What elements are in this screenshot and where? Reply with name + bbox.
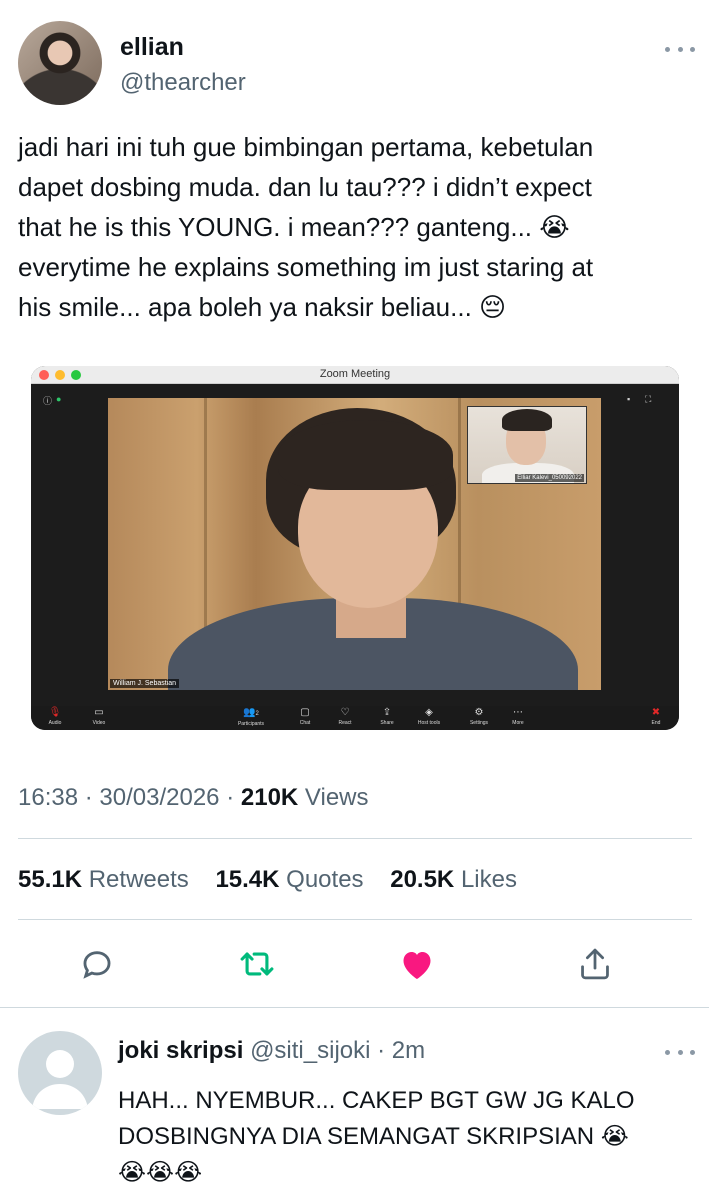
fullscreen-icon: ⛶	[645, 394, 652, 404]
reply-avatar[interactable]	[18, 1031, 102, 1115]
tweet-media-image[interactable]: Zoom Meeting ⓘ ● ▪ ⛶ William J. Sebastia…	[31, 366, 679, 730]
reply-icon	[83, 951, 111, 979]
zoom-titlebar: Zoom Meeting	[31, 366, 679, 384]
reply-handle[interactable]: @siti_sijoki	[250, 1037, 370, 1064]
retweet-button[interactable]	[237, 944, 277, 984]
divider	[0, 1007, 709, 1008]
default-avatar-icon	[32, 1050, 88, 1109]
heart-icon	[403, 952, 431, 979]
views-label: Views	[304, 784, 369, 811]
reply-header: joki skripsi @siti_sijoki · 2m	[118, 1037, 425, 1065]
zoom-share-button: ⇪ Share	[380, 707, 394, 726]
reply-separator: ·	[377, 1037, 386, 1064]
likes-stat[interactable]: 20.5K Likes	[390, 866, 517, 893]
zoom-window-title: Zoom Meeting	[319, 368, 391, 380]
self-participant-name: Elliar Kalevi_050092022	[515, 474, 584, 482]
reply-text: HAH... NYEMBUR... CAKEP BGT GW JG KALO D…	[118, 1087, 635, 1186]
reply-time[interactable]: 2m	[392, 1037, 425, 1064]
author-display-name[interactable]: ellian	[120, 33, 184, 62]
layout-view-icon: ▪	[627, 394, 631, 404]
info-icon: ⓘ	[43, 396, 53, 406]
zoom-chat-button: ▢ Chat	[299, 707, 311, 726]
meta-separator: ·	[226, 784, 235, 811]
divider	[18, 838, 692, 839]
retweets-stat[interactable]: 55.1K Retweets	[18, 866, 189, 893]
retweet-icon	[240, 952, 274, 976]
tweet-text: jadi hari ini tuh gue bimbingan pertama,…	[18, 132, 594, 322]
divider	[18, 919, 692, 920]
self-view-video: Elliar Kalevi_050092022	[467, 406, 587, 484]
views-count: 210K	[240, 784, 299, 811]
author-avatar[interactable]	[18, 21, 102, 105]
author-handle[interactable]: @thearcher	[120, 69, 246, 97]
quotes-stat[interactable]: 15.4K Quotes	[215, 866, 363, 893]
reply-button[interactable]	[77, 944, 117, 984]
main-participant-name: William J. Sebastian	[110, 679, 180, 688]
zoom-host-tools-button: ◈ Host tools	[417, 707, 441, 726]
like-button[interactable]	[397, 944, 437, 984]
tweet-meta: 16:38 · 30/03/2026 · 210K Views	[18, 784, 369, 812]
tweet-stats: 55.1K Retweets 15.4K Quotes 20.5K Likes	[18, 866, 537, 894]
zoom-end-button: ✖ End	[651, 707, 661, 726]
zoom-video-stage: ⓘ ● ▪ ⛶ William J. Sebastian Elliar Kale…	[31, 384, 679, 706]
security-shield-icon: ●	[56, 394, 62, 404]
zoom-video-button: ▭ Video	[92, 707, 106, 726]
reply-more-options-icon[interactable]	[665, 1047, 695, 1057]
zoom-more-button: ⋯ More	[512, 707, 524, 726]
zoom-audio-button: 🎙 Audio	[48, 707, 62, 726]
share-icon	[581, 948, 609, 980]
zoom-settings-button: ⚙ Settings	[469, 707, 489, 726]
reply-display-name[interactable]: joki skripsi	[118, 1037, 243, 1064]
zoom-react-button: ♡ React	[338, 707, 352, 726]
more-options-icon[interactable]	[665, 44, 695, 54]
zoom-participants-button: 👥2 Participants	[237, 707, 265, 727]
zoom-toolbar: 🎙 Audio ▭ Video 👥2 Participants ▢ Chat ♡ Reac…	[31, 706, 679, 730]
tweet-time[interactable]: 16:38	[18, 784, 78, 811]
tweet-date[interactable]: 30/03/2026	[99, 784, 219, 811]
meta-separator: ·	[84, 784, 93, 811]
share-button[interactable]	[575, 944, 615, 984]
